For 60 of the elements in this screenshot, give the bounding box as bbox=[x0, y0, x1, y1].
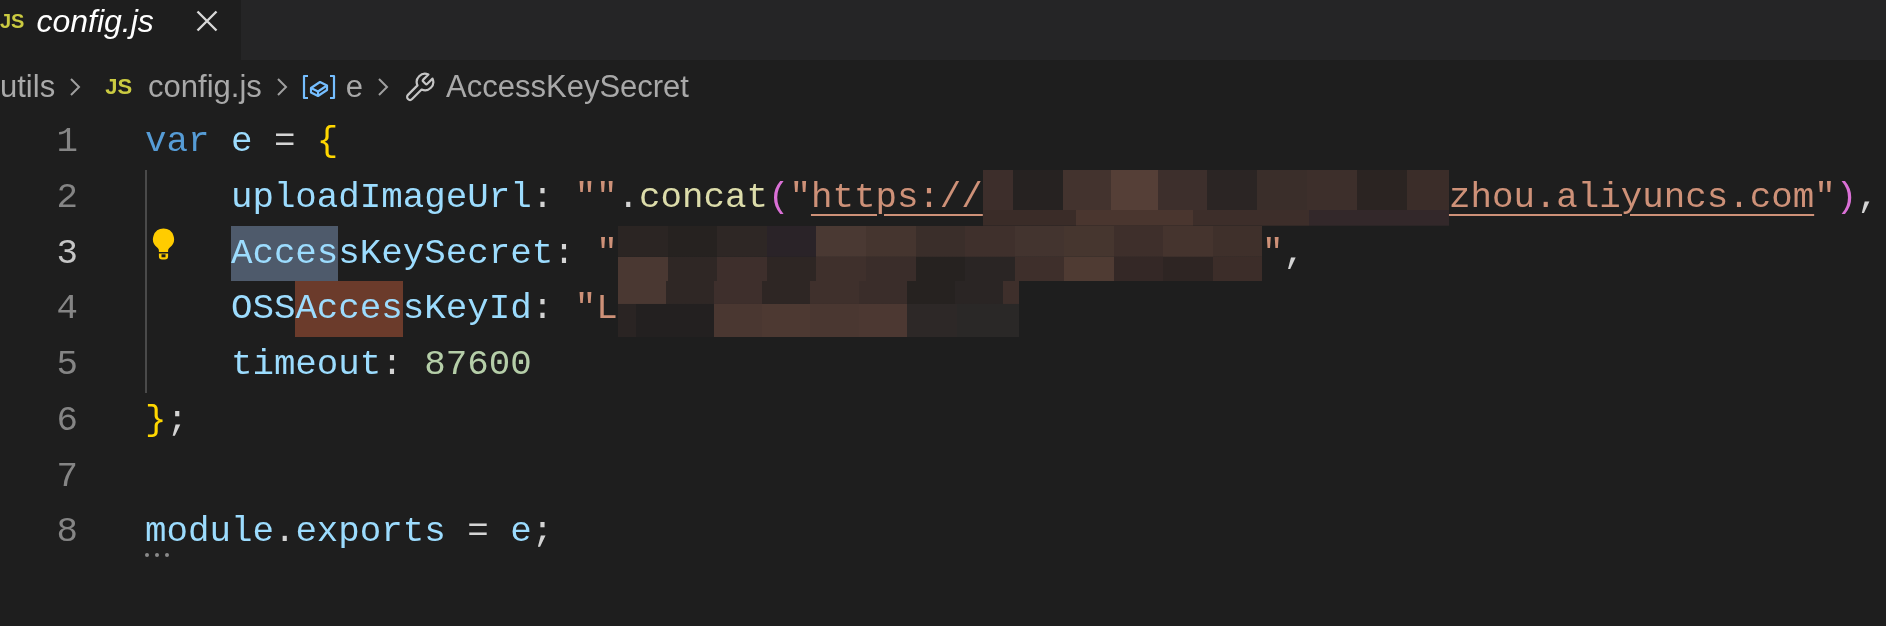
line-number: 5 bbox=[56, 344, 78, 385]
variable-symbol-icon bbox=[301, 74, 336, 100]
js-file-icon: JS bbox=[105, 76, 133, 98]
line-number: 2 bbox=[56, 176, 78, 218]
property-name: sKeySecret bbox=[338, 231, 554, 276]
punctuation: , bbox=[1283, 231, 1306, 276]
breadcrumb-item[interactable]: AccessKeySecret bbox=[403, 68, 689, 106]
editor-tab[interactable]: JS config.js bbox=[0, 0, 241, 60]
wrench-icon bbox=[403, 70, 437, 104]
js-file-icon: JS bbox=[0, 11, 25, 31]
string-literal: "L bbox=[574, 287, 618, 332]
variable-name: e bbox=[229, 120, 253, 164]
breadcrumb-item[interactable]: utils bbox=[0, 68, 56, 106]
line-number: 3 bbox=[56, 232, 78, 274]
string-literal: "" bbox=[574, 175, 618, 220]
line-number: 4 bbox=[56, 288, 78, 330]
punctuation: ; bbox=[166, 398, 188, 443]
string-literal: " bbox=[596, 231, 618, 276]
property-name: uploadImageUrl bbox=[230, 175, 532, 220]
string-literal: " bbox=[1262, 231, 1284, 276]
brace: } bbox=[145, 398, 167, 443]
string-literal: " bbox=[1814, 175, 1836, 220]
line-number: 1 bbox=[56, 121, 78, 162]
punctuation: ; bbox=[531, 510, 554, 555]
number-literal: 87600 bbox=[424, 343, 532, 387]
keyword: var bbox=[145, 120, 210, 164]
variable-name: e bbox=[509, 510, 532, 555]
property-name: Acces bbox=[230, 225, 339, 282]
chevron-right-icon bbox=[275, 77, 288, 97]
breadcrumb-item[interactable]: JS config.js bbox=[95, 68, 262, 106]
punctuation: . bbox=[273, 510, 296, 555]
operator: = bbox=[466, 510, 489, 555]
punctuation: . bbox=[617, 175, 640, 220]
variable-name: exports bbox=[295, 510, 446, 555]
punctuation: : bbox=[553, 231, 576, 276]
chevron-right-icon bbox=[377, 77, 390, 97]
punctuation: : bbox=[531, 175, 555, 220]
punctuation: , bbox=[1857, 175, 1879, 220]
function-name: concat bbox=[639, 175, 768, 220]
string-literal: " bbox=[789, 175, 811, 220]
property-name: Acces bbox=[295, 281, 403, 337]
url-link[interactable]: https:// bbox=[810, 169, 983, 226]
lightbulb-icon[interactable] bbox=[152, 227, 175, 260]
property-name: OSS bbox=[230, 287, 296, 332]
variable-name: module bbox=[145, 510, 274, 555]
breadcrumb-item[interactable]: e bbox=[301, 68, 364, 106]
line-number: 6 bbox=[56, 399, 78, 441]
parenthesis: ( bbox=[768, 175, 790, 220]
parenthesis: ) bbox=[1835, 175, 1858, 220]
close-icon[interactable] bbox=[195, 10, 218, 32]
url-link[interactable]: zhou.aliyuncs.com bbox=[1448, 169, 1815, 226]
property-name: timeout bbox=[230, 343, 382, 387]
punctuation: : bbox=[531, 287, 555, 332]
property-name: sKeyId bbox=[402, 287, 532, 332]
brace: { bbox=[315, 120, 339, 164]
line-number: 8 bbox=[56, 511, 78, 553]
operator: = bbox=[272, 120, 296, 164]
punctuation: : bbox=[381, 343, 404, 387]
line-number: 7 bbox=[56, 455, 78, 497]
chevron-right-icon bbox=[69, 77, 82, 97]
